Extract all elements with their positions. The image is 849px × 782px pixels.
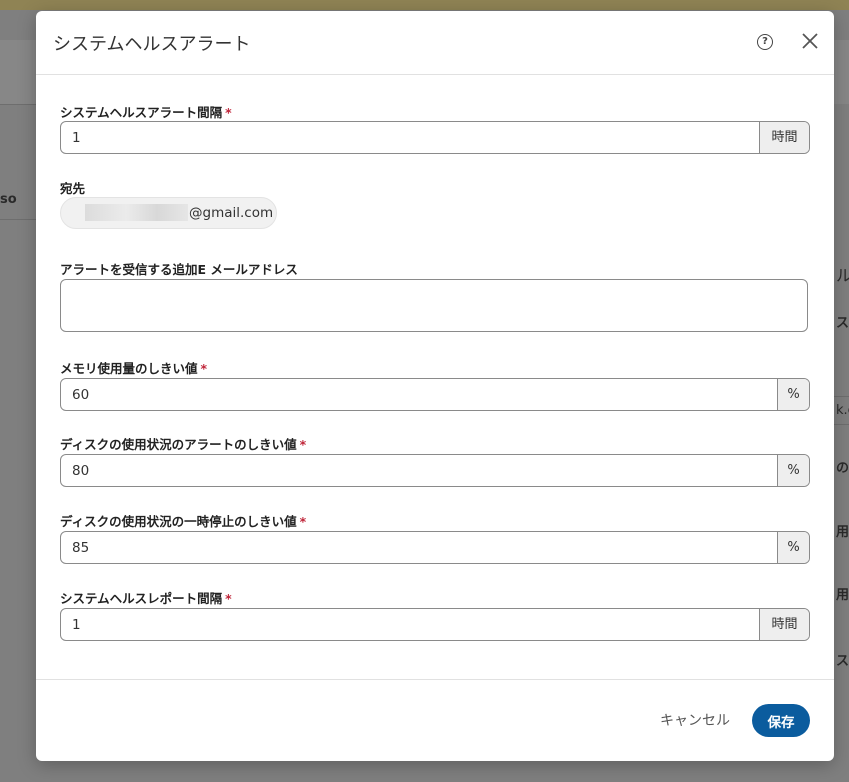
background-banner bbox=[0, 0, 849, 10]
disk-alert-threshold-label: ディスクの使用状況のアラートのしきい値 * bbox=[60, 434, 306, 453]
alert-interval-group: 時間 bbox=[60, 121, 810, 154]
system-health-alert-dialog: システムヘルスアラート ? システムヘルスアラート間隔* 時間 宛先 @gmai… bbox=[36, 11, 834, 761]
dialog-footer: キャンセル 保存 bbox=[36, 679, 834, 762]
background-divider bbox=[0, 104, 36, 105]
disk-pause-threshold-input[interactable] bbox=[61, 532, 778, 563]
required-mark: * bbox=[299, 514, 307, 529]
report-interval-unit: 時間 bbox=[759, 609, 809, 640]
disk-alert-threshold-input[interactable] bbox=[61, 455, 778, 486]
cancel-button[interactable]: キャンセル bbox=[652, 704, 738, 738]
report-interval-input[interactable] bbox=[61, 609, 760, 640]
dialog-title: システムヘルスアラート bbox=[53, 34, 251, 55]
background-text: 用状 bbox=[836, 588, 849, 603]
background-text: ル bbox=[836, 266, 849, 285]
disk-pause-threshold-unit: % bbox=[777, 532, 809, 563]
recipient-email-suffix: @gmail.com bbox=[189, 205, 274, 221]
background-text: 用状 bbox=[836, 525, 849, 540]
background-text: so bbox=[0, 192, 17, 207]
recipient-email-chip: @gmail.com bbox=[60, 197, 277, 229]
alert-interval-unit: 時間 bbox=[759, 122, 809, 153]
alert-interval-label-text: システムヘルスアラート間隔 bbox=[60, 105, 223, 120]
disk-pause-threshold-label-text: ディスクの使用状況の一時停止のしきい値 bbox=[60, 514, 297, 529]
help-icon[interactable]: ? bbox=[757, 34, 773, 50]
memory-threshold-input[interactable] bbox=[61, 379, 778, 410]
additional-emails-textarea[interactable] bbox=[60, 279, 808, 332]
background-divider bbox=[834, 396, 849, 397]
required-mark: * bbox=[225, 105, 232, 120]
report-interval-label: システムヘルスレポート間隔 * bbox=[60, 588, 232, 607]
background-text: ス bbox=[836, 316, 849, 331]
report-interval-group: 時間 bbox=[60, 608, 810, 641]
memory-threshold-group: % bbox=[60, 378, 810, 411]
memory-threshold-label: メモリ使用量のしきい値 * bbox=[60, 358, 207, 377]
disk-pause-threshold-label: ディスクの使用状況の一時停止のしきい値 * bbox=[60, 511, 306, 530]
additional-emails-label: アラートを受信する追加E メールアドレス bbox=[60, 262, 298, 277]
recipient-label: 宛先 bbox=[60, 181, 86, 196]
background-divider bbox=[834, 424, 849, 425]
background-text: スレ bbox=[836, 654, 849, 669]
required-mark: * bbox=[299, 437, 307, 452]
background-text: k.c bbox=[836, 403, 849, 418]
memory-threshold-label-text: メモリ使用量のしきい値 bbox=[60, 361, 198, 376]
redacted-email-mask bbox=[85, 204, 188, 221]
memory-threshold-unit: % bbox=[777, 379, 809, 410]
report-interval-label-text: システムヘルスレポート間隔 bbox=[60, 591, 223, 606]
dialog-header: システムヘルスアラート ? bbox=[36, 11, 834, 75]
disk-alert-threshold-group: % bbox=[60, 454, 810, 487]
alert-interval-label: システムヘルスアラート間隔 * bbox=[60, 102, 232, 121]
disk-pause-threshold-group: % bbox=[60, 531, 810, 564]
background-text: のし bbox=[836, 461, 849, 476]
disk-alert-threshold-unit: % bbox=[777, 455, 809, 486]
close-icon[interactable] bbox=[799, 30, 821, 52]
disk-alert-threshold-label-text: ディスクの使用状況のアラートのしきい値 bbox=[60, 437, 297, 452]
background-divider bbox=[0, 219, 36, 220]
alert-interval-input[interactable] bbox=[61, 122, 760, 153]
required-mark: * bbox=[225, 591, 232, 606]
save-button[interactable]: 保存 bbox=[752, 704, 810, 737]
required-mark: * bbox=[200, 361, 208, 376]
